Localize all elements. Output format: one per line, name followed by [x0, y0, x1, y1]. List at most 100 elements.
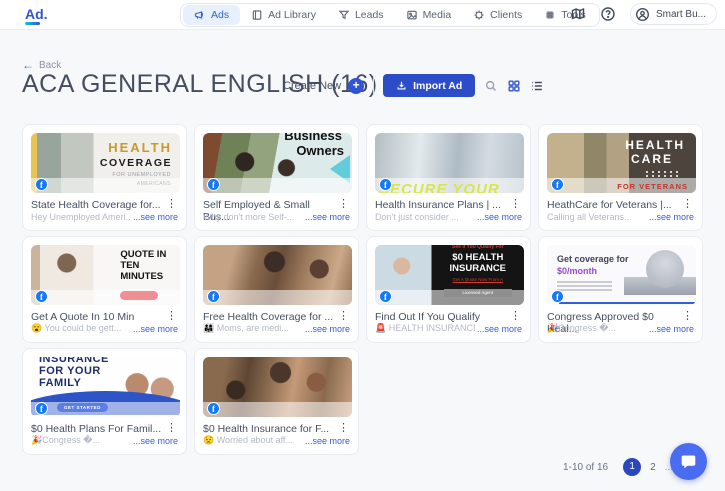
- ad-image-text: QUOTE IN: [120, 249, 167, 260]
- capitol-dome-graphic: [646, 250, 684, 288]
- map-icon[interactable]: [570, 6, 586, 22]
- ad-title: Get A Quote In 10 Min: [31, 311, 135, 323]
- page-2-button[interactable]: 2: [650, 462, 656, 473]
- ad-card[interactable]: f Free Health Coverage for ... ⋮ 👨‍👩‍👧 M…: [194, 236, 359, 343]
- ad-image-text: GET STARTED: [57, 403, 108, 412]
- kebab-menu-icon[interactable]: ⋮: [335, 311, 352, 322]
- import-ad-label: Import Ad: [413, 79, 463, 92]
- nav-tab-clients[interactable]: Clients: [462, 5, 533, 25]
- facebook-icon: f: [207, 402, 220, 415]
- see-more-link[interactable]: ...see more: [477, 212, 522, 222]
- ad-card[interactable]: See If You Qualify For $0 HEALTH INSURAN…: [366, 236, 531, 343]
- ad-card[interactable]: HEALTH COVERAGE FOR UNEMPLOYED AMERICANS…: [22, 124, 187, 231]
- chat-bubble-icon: [681, 455, 696, 469]
- ad-image-text: FOR UNEMPLOYED: [112, 172, 171, 178]
- grid-dots-icon: [546, 11, 555, 19]
- see-more-link[interactable]: ...see more: [305, 212, 350, 222]
- facebook-icon: f: [35, 402, 48, 415]
- see-more-link[interactable]: ...see more: [649, 324, 694, 334]
- kebab-menu-icon[interactable]: ⋮: [335, 199, 352, 210]
- ad-card[interactable]: f $0 Health Insurance for F... ⋮ 😟 Worri…: [194, 348, 359, 455]
- ad-card[interactable]: INSURANCE FOR YOUR FAMILY GET STARTED f …: [22, 348, 187, 455]
- nav-tab-label: Media: [422, 9, 452, 21]
- ad-image-text: $0 HEALTH: [452, 252, 504, 263]
- see-more-link[interactable]: ...see more: [133, 324, 178, 334]
- page-1-button[interactable]: 1: [623, 458, 642, 476]
- ad-thumbnail: Business Owners f: [203, 133, 352, 193]
- help-icon[interactable]: [600, 6, 616, 22]
- pagination: 1-10 of 16 1 2 ...: [563, 458, 673, 476]
- facebook-icon: f: [35, 290, 48, 303]
- ad-thumbnail: QUOTE IN TEN MINUTES f: [31, 245, 180, 305]
- see-more-link[interactable]: ...see more: [133, 212, 178, 222]
- megaphone-icon: [194, 11, 203, 19]
- facebook-icon: f: [207, 290, 220, 303]
- account-menu[interactable]: Smart Bu...: [629, 3, 717, 25]
- ad-description: Calling all Veterans...: [547, 212, 632, 222]
- list-view-icon[interactable]: [530, 79, 544, 93]
- top-bar: Ad. Ads Ad Library Leads Media Clients T…: [0, 0, 725, 30]
- ad-image-text: Licensed Agent: [443, 289, 513, 297]
- facebook-icon: f: [379, 290, 392, 303]
- ad-title: HeathCare for Veterans |...: [547, 199, 672, 211]
- ad-image-text: CARE: [630, 152, 673, 166]
- ad-image-text: FAMILY: [39, 377, 82, 389]
- kebab-menu-icon[interactable]: ⋮: [163, 311, 180, 322]
- facebook-icon: f: [35, 178, 48, 191]
- ad-card[interactable]: QUOTE IN TEN MINUTES f Get A Quote In 10…: [22, 236, 187, 343]
- nav-tab-media[interactable]: Media: [395, 5, 463, 25]
- kebab-menu-icon[interactable]: ⋮: [507, 199, 524, 210]
- see-more-link[interactable]: ...see more: [133, 436, 178, 446]
- kebab-menu-icon[interactable]: ⋮: [163, 423, 180, 434]
- cta-pill-graphic: [120, 291, 159, 300]
- ad-image-text: FOR VETERANS: [617, 182, 688, 191]
- ad-thumbnail: Get coverage for $0/month f: [547, 245, 696, 305]
- ad-image-text: COVERAGE: [99, 157, 172, 169]
- header-right-actions: Smart Bu...: [570, 3, 717, 25]
- ad-image-text: HEALTH: [625, 138, 685, 152]
- ad-description: 🎉Congress �...: [547, 323, 616, 333]
- see-more-link[interactable]: ...see more: [477, 324, 522, 334]
- kebab-menu-icon[interactable]: ⋮: [335, 423, 352, 434]
- kebab-menu-icon[interactable]: ⋮: [679, 311, 696, 322]
- ad-image-text: $0/month: [557, 266, 598, 276]
- ad-thumbnail: See If You Qualify For $0 HEALTH INSURAN…: [375, 245, 524, 305]
- grid-view-icon[interactable]: [507, 79, 521, 93]
- title-actions: Create New + Import Ad: [283, 74, 544, 97]
- kebab-menu-icon[interactable]: ⋮: [679, 199, 696, 210]
- plus-icon: +: [348, 77, 365, 94]
- import-ad-button[interactable]: Import Ad: [383, 74, 476, 97]
- ad-card[interactable]: Get coverage for $0/month f Congress App…: [538, 236, 703, 343]
- nav-tab-ad-library[interactable]: Ad Library: [240, 5, 327, 25]
- divider: [373, 76, 375, 95]
- ad-thumbnail: f: [203, 357, 352, 417]
- ad-title: Free Health Coverage for ...: [203, 311, 334, 323]
- nav-tab-ads[interactable]: Ads: [183, 5, 241, 25]
- ad-title: State Health Coverage for...: [31, 199, 161, 211]
- ad-description: 🚨 HEALTH INSURANCE ...: [375, 323, 475, 333]
- ad-title: $0 Health Insurance for F...: [203, 423, 330, 435]
- underline-graphic: [559, 302, 696, 304]
- kebab-menu-icon[interactable]: ⋮: [507, 311, 524, 322]
- chat-widget-button[interactable]: [670, 443, 707, 480]
- stars-graphic: [644, 170, 680, 178]
- ad-card[interactable]: Business Owners f Self Employed & Small …: [194, 124, 359, 231]
- see-more-link[interactable]: ...see more: [305, 436, 350, 446]
- ad-image-text: Business: [284, 133, 342, 143]
- nav-tab-leads[interactable]: Leads: [327, 5, 395, 25]
- see-more-link[interactable]: ...see more: [305, 324, 350, 334]
- ad-card[interactable]: SECURE YOUR f Health Insurance Plans | .…: [366, 124, 531, 231]
- app-logo[interactable]: Ad.: [25, 6, 48, 25]
- facebook-icon: f: [379, 178, 392, 191]
- kebab-menu-icon[interactable]: ⋮: [163, 199, 180, 210]
- search-icon[interactable]: [484, 79, 498, 93]
- ad-thumbnail: HEALTH CARE FOR VETERANS f: [547, 133, 696, 193]
- nav-tab-label: Ads: [211, 9, 230, 21]
- text-lines-graphic: [557, 281, 612, 293]
- main-nav: Ads Ad Library Leads Media Clients Tools: [180, 3, 600, 27]
- ad-card[interactable]: HEALTH CARE FOR VETERANS f HeathCare for…: [538, 124, 703, 231]
- ad-description: 😮 You could be gett...: [31, 323, 122, 333]
- create-new-button[interactable]: Create New +: [283, 77, 365, 94]
- see-more-link[interactable]: ...see more: [649, 212, 694, 222]
- ad-image-text: HEALTH: [108, 140, 172, 155]
